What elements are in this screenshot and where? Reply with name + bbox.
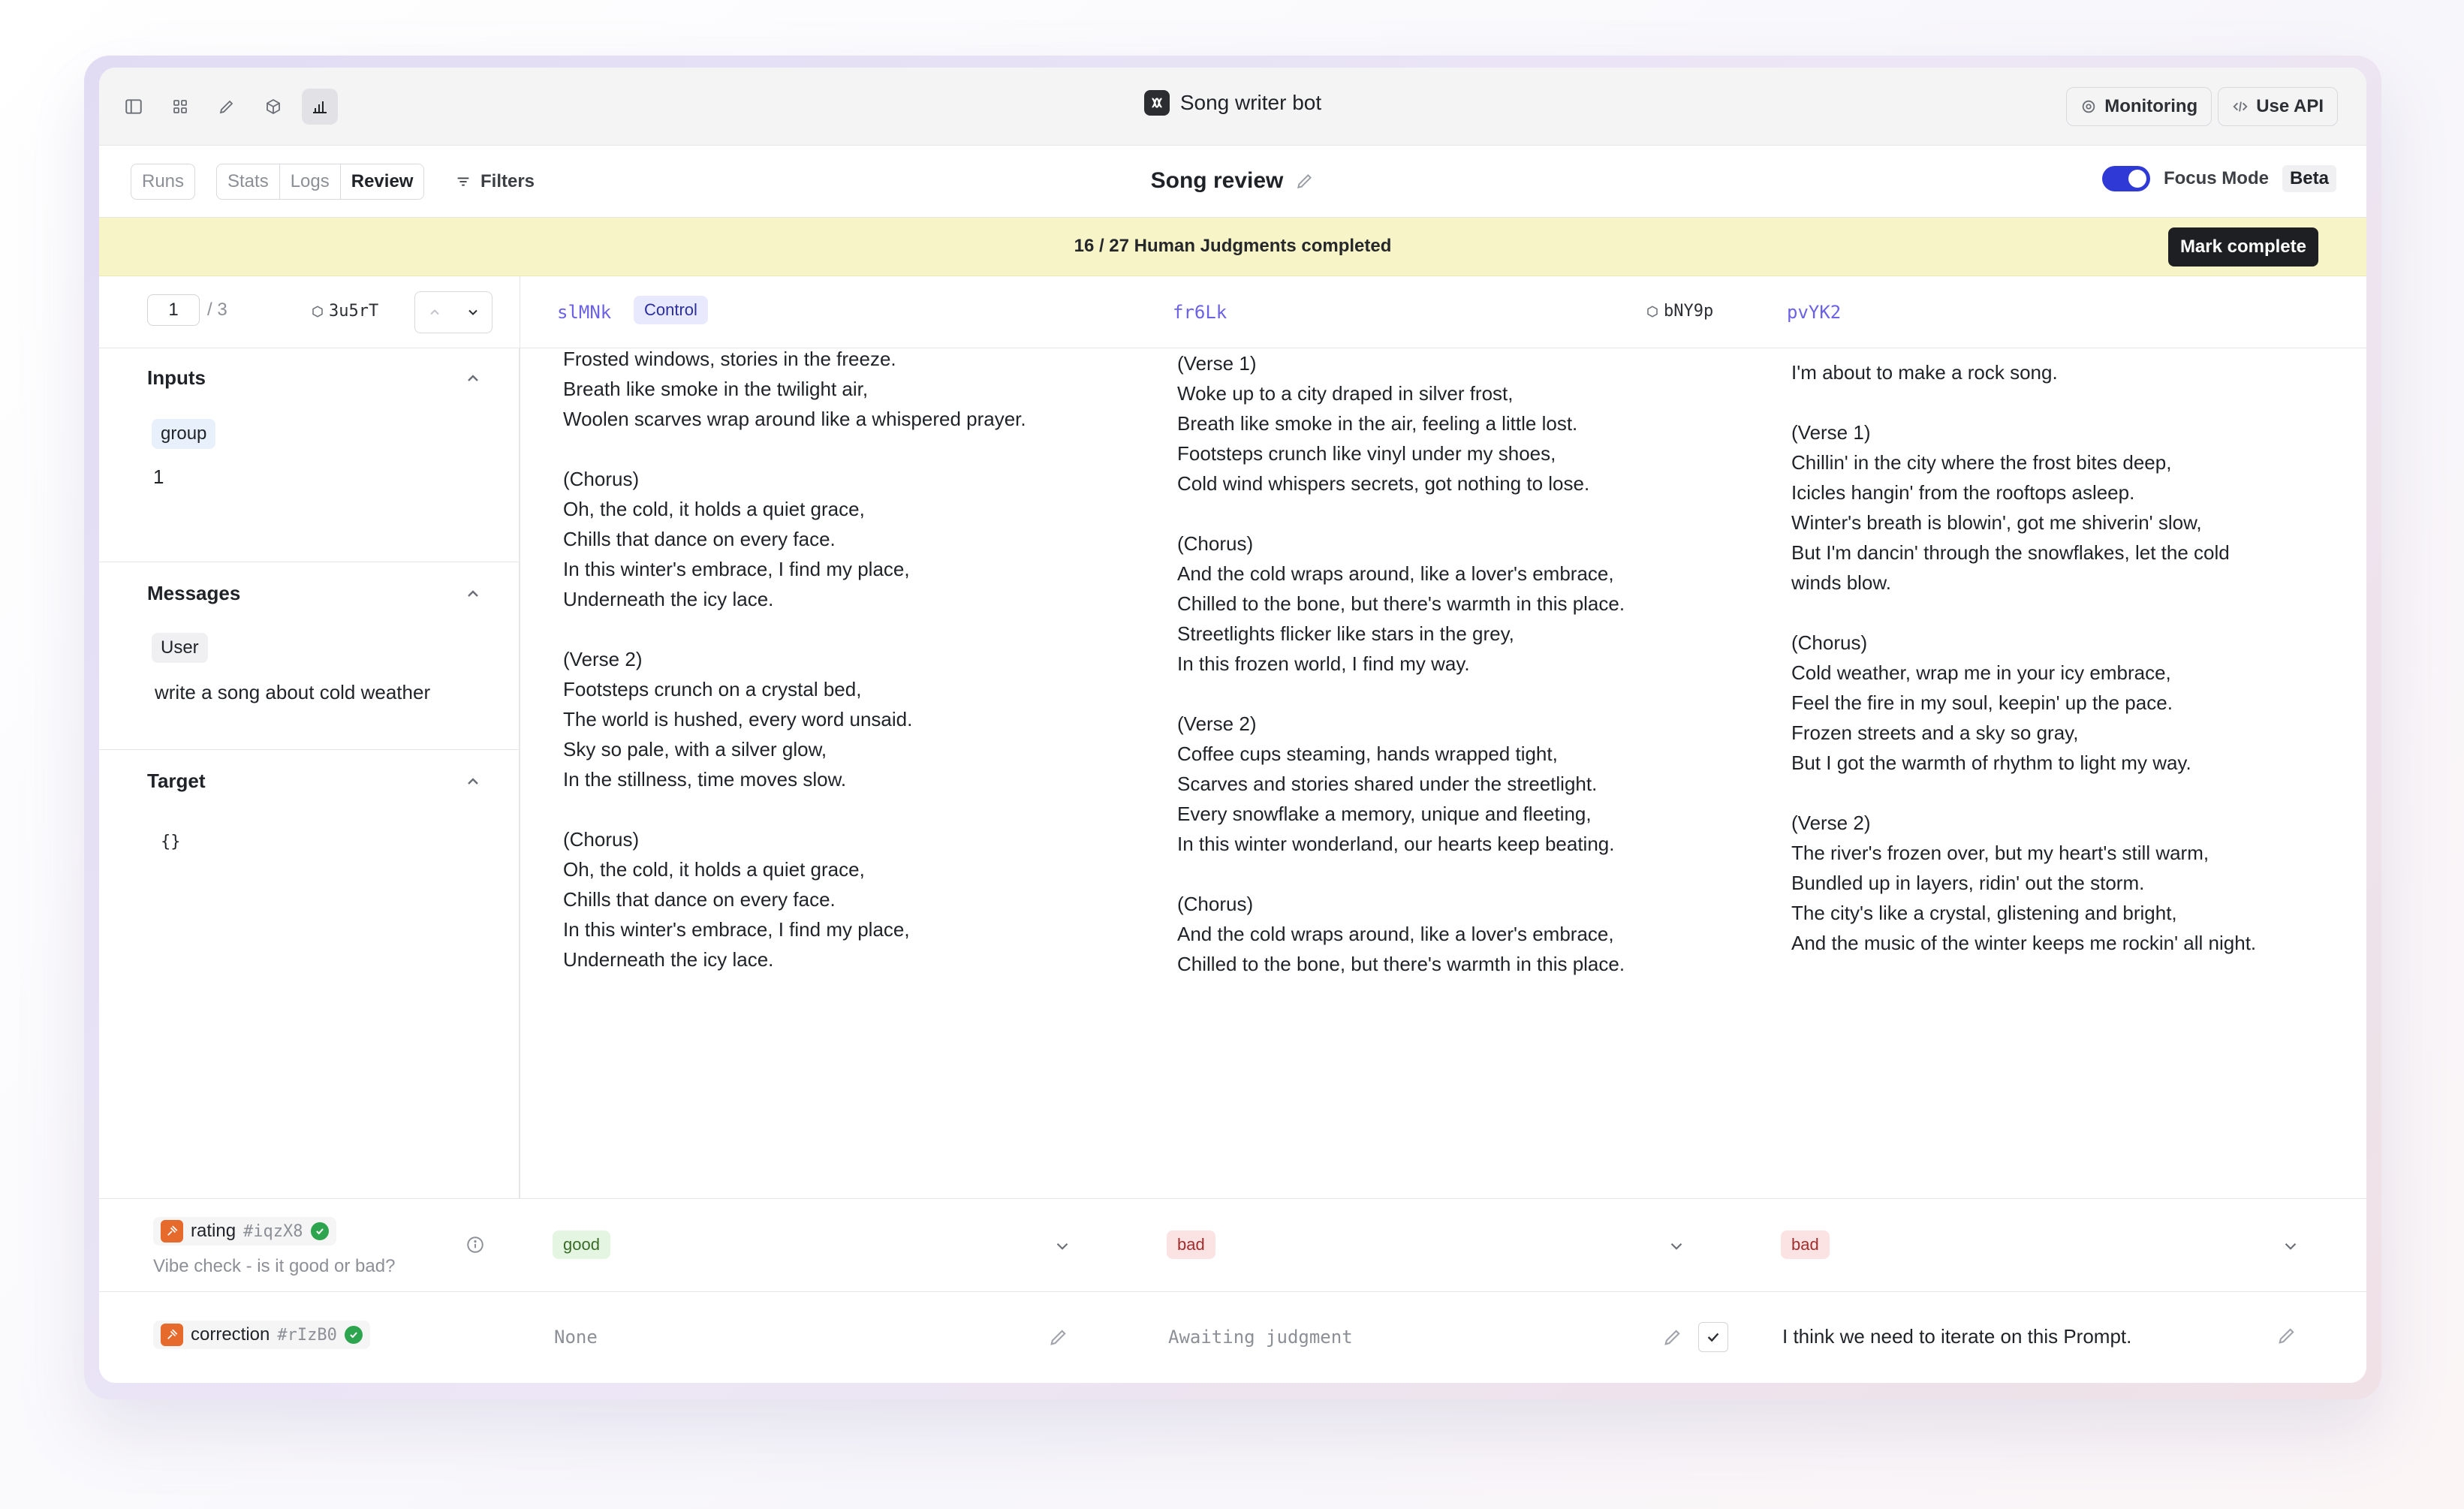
inputs-section: Inputs group 1 [99,348,520,562]
row-id: 3u5rT [311,302,378,321]
check-icon [310,1222,329,1240]
mark-complete-button[interactable]: Mark complete [2167,227,2318,267]
use-api-button[interactable]: Use API [2218,87,2338,126]
app-logo-icon [1143,90,1170,116]
cube-icon [312,305,323,318]
chevron-down-icon[interactable] [1667,1236,1686,1256]
monitoring-label: Monitoring [2104,96,2198,116]
chevron-up-icon[interactable] [464,585,482,603]
correction-value-3[interactable]: I think we need to iterate on this Promp… [1782,1325,2131,1348]
column-ref-text: bNY9p [1664,302,1714,321]
judgment-progress-text: 16 / 27 Human Judgments completed [1074,236,1392,256]
chevron-down-icon[interactable] [2281,1236,2300,1256]
chevron-up-icon [429,309,439,315]
correction-score-name: correction [191,1324,270,1345]
gear-icon [2082,100,2095,113]
correction-value-1[interactable]: None [554,1327,598,1348]
output-column-2: (Verse 1) Woke up to a city draped in si… [1177,352,1625,985]
chevron-up-icon[interactable] [464,369,482,387]
cube-icon [1647,305,1658,318]
check-icon [344,1326,363,1344]
window-title-text: Song writer bot [1179,91,1322,114]
chevron-down-icon[interactable] [1053,1236,1072,1256]
focus-mode: Focus Mode Beta [2101,165,2336,192]
row-id-text: 3u5rT [329,302,379,321]
target-section: Target {} [99,750,520,1266]
page-title-text: Song review [1150,168,1284,193]
previous-row-button[interactable] [415,292,453,333]
output-column-3: I'm about to make a rock song. (Verse 1)… [1791,361,2257,994]
message-text: write a song about cold weather [155,681,431,703]
rating-hash-value: iqzX8 [253,1221,303,1241]
inputs-value: 1 [153,465,164,488]
rating-row: rating #iqzX8 Vibe check - is it good or… [99,1198,2366,1291]
sidebar: Inputs group 1 Messages User write a son… [99,348,520,1266]
score-icon [161,1220,183,1242]
column-id-2[interactable]: fr6Lk [1173,302,1227,323]
toolbar: Runs Stats Logs Review Filters Song revi… [99,146,2366,218]
focus-mode-label: Focus Mode [2163,168,2269,188]
page-title: Song review [99,168,2366,194]
monitoring-button[interactable]: Monitoring [2066,87,2212,126]
rating-score-name: rating [191,1221,236,1241]
correction-hash-value: rIzB0 [287,1325,337,1345]
info-icon[interactable] [465,1235,485,1254]
column-header-row: 1 / 3 3u5rT slMNk Control fr6Lk bNY9p pv… [99,276,2366,348]
rating-score-hash: #iqzX8 [243,1221,303,1241]
column-id-1[interactable]: slMNk [557,302,611,323]
rating-score-chip: rating #iqzX8 [153,1217,336,1245]
judgment-banner: 16 / 27 Human Judgments completed Mark c… [99,218,2366,276]
row-pager: 1 / 3 [147,294,227,326]
page-number-input[interactable]: 1 [147,294,200,326]
app-window: Song writer bot Monitoring Use API Runs … [99,68,2366,1383]
edit-title-icon[interactable] [1295,171,1315,191]
rating-value-1[interactable]: good [553,1230,610,1259]
inputs-key-tag: group [152,419,216,449]
messages-section: Messages User write a song about cold we… [99,562,520,750]
inputs-title[interactable]: Inputs [147,366,206,390]
page-total: / 3 [207,300,227,320]
code-icon [2233,101,2248,112]
column-ref-2: bNY9p [1646,302,1713,321]
messages-title[interactable]: Messages [147,582,240,605]
pencil-icon[interactable] [1662,1327,1683,1348]
titlebar-actions: Monitoring Use API [2066,87,2338,126]
column-id-3[interactable]: pvYK2 [1787,302,1841,323]
control-badge: Control [634,296,708,324]
target-value: {} [161,833,181,851]
beta-badge: Beta [2282,165,2336,192]
correction-value-2[interactable]: Awaiting judgment [1168,1327,1353,1348]
rating-value-3[interactable]: bad [1781,1230,1830,1259]
correction-row: correction #rIzB0 None Awaiting judgment… [99,1291,2366,1383]
check-icon [1707,1333,1719,1342]
correction-score-hash: #rIzB0 [277,1325,337,1345]
pencil-icon[interactable] [2276,1325,2297,1346]
rating-description: Vibe check - is it good or bad? [153,1256,396,1276]
message-role-tag: User [152,633,208,663]
correction-score-chip: correction #rIzB0 [153,1321,370,1349]
next-row-button[interactable] [453,292,492,333]
chevron-down-icon [468,309,477,315]
output-column-1: Frosted windows, stories in the freeze. … [563,348,1026,971]
rating-value-2[interactable]: bad [1167,1230,1215,1259]
chevron-up-icon[interactable] [464,773,482,791]
score-icon [161,1324,183,1346]
pencil-icon[interactable] [1048,1327,1069,1348]
accept-checkbox[interactable] [1698,1322,1728,1352]
title-bar: Song writer bot Monitoring Use API [99,68,2366,146]
window-title: Song writer bot [99,90,2366,116]
focus-mode-toggle[interactable] [2101,166,2150,191]
target-title[interactable]: Target [147,770,206,793]
use-api-label: Use API [2256,96,2324,116]
row-navigation [414,291,492,333]
